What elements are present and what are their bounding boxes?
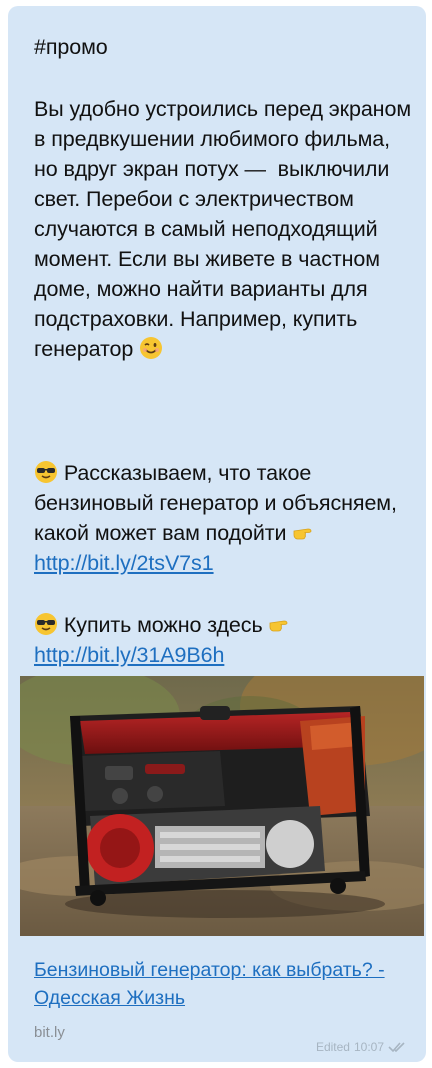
pointing-hand-icon: [293, 528, 312, 540]
double-check-icon: [388, 1042, 405, 1053]
message-paragraph-1: Вы удобно устроились перед экраном в пре…: [34, 94, 412, 364]
paragraph-1-text: Вы удобно устроились перед экраном в пре…: [34, 97, 417, 361]
pointing-hand-icon: [270, 620, 288, 632]
message-meta: Edited 10:07: [316, 1040, 406, 1054]
message-time: 10:07: [353, 1040, 384, 1054]
link-preview[interactable]: Бензиновый генератор: как выбрать? - Оде…: [34, 956, 412, 1012]
generator-photo[interactable]: [20, 676, 424, 936]
paragraph-2-text: Рассказываем, что такое бензиновый генер…: [34, 461, 403, 545]
buy-link[interactable]: http://bit.ly/31A9B6h: [34, 643, 224, 667]
message-paragraph-2: Рассказываем, что такое бензиновый генер…: [34, 458, 412, 578]
hashtag[interactable]: #промо: [34, 32, 412, 62]
sunglasses-face-icon: [35, 613, 57, 635]
generator-image: [20, 676, 424, 936]
link-preview-site: bit.ly: [34, 1024, 65, 1041]
edited-label: Edited: [315, 1040, 350, 1054]
sunglasses-face-icon: [35, 461, 57, 483]
generator-article-link[interactable]: http://bit.ly/2tsV7s1: [34, 551, 214, 575]
message-bubble[interactable]: #промо Вы удобно устроились перед экрано…: [8, 6, 426, 1062]
winking-face-icon: [140, 337, 163, 359]
paragraph-3-text: Купить можно здесь: [63, 613, 263, 637]
message-paragraph-3: Купить можно здесь http://bit.ly/31A9B6h: [34, 610, 412, 670]
hashtag-text[interactable]: #промо: [34, 35, 108, 59]
link-preview-title[interactable]: Бензиновый генератор: как выбрать? - Оде…: [34, 959, 385, 1009]
